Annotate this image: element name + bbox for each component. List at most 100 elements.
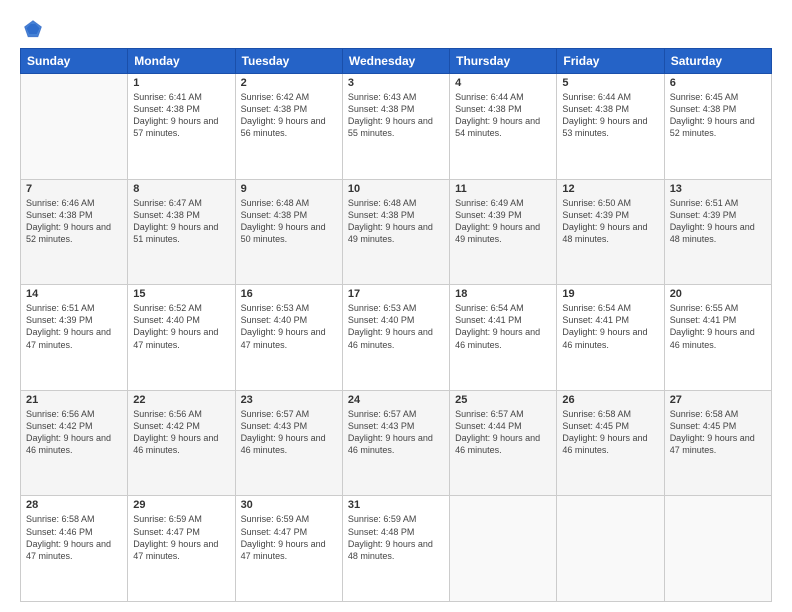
day-number: 5: [562, 77, 658, 89]
day-number: 28: [26, 499, 122, 511]
day-number: 3: [348, 77, 444, 89]
day-info: Sunrise: 6:50 AM Sunset: 4:39 PM Dayligh…: [562, 197, 658, 246]
day-info: Sunrise: 6:57 AM Sunset: 4:43 PM Dayligh…: [241, 408, 337, 457]
day-info: Sunrise: 6:51 AM Sunset: 4:39 PM Dayligh…: [26, 302, 122, 351]
day-header-sunday: Sunday: [21, 49, 128, 74]
day-number: 24: [348, 394, 444, 406]
day-number: 23: [241, 394, 337, 406]
calendar-cell: 12 Sunrise: 6:50 AM Sunset: 4:39 PM Dayli…: [557, 179, 664, 285]
day-info: Sunrise: 6:59 AM Sunset: 4:47 PM Dayligh…: [133, 513, 229, 562]
day-number: 7: [26, 183, 122, 195]
day-number: 27: [670, 394, 766, 406]
calendar-cell: 10Sunrise: 6:48 AM Sunset: 4:38 PM Dayli…: [342, 179, 449, 285]
day-info: Sunrise: 6:48 AM Sunset: 4:38 PM Dayligh…: [241, 197, 337, 246]
calendar-cell: [450, 496, 557, 602]
calendar-cell: 13Sunrise: 6:51 AM Sunset: 4:39 PM Dayli…: [664, 179, 771, 285]
week-row-2: 14 Sunrise: 6:51 AM Sunset: 4:39 PM Dayli…: [21, 285, 772, 391]
day-info: Sunrise: 6:42 AM Sunset: 4:38 PM Dayligh…: [241, 91, 337, 140]
day-info: Sunrise: 6:56 AM Sunset: 4:42 PM Dayligh…: [26, 408, 122, 457]
week-row-3: 21 Sunrise: 6:56 AM Sunset: 4:42 PM Dayli…: [21, 390, 772, 496]
calendar-cell: 16 Sunrise: 6:53 AM Sunset: 4:40 PM Dayli…: [235, 285, 342, 391]
calendar-cell: 18 Sunrise: 6:54 AM Sunset: 4:41 PM Dayli…: [450, 285, 557, 391]
day-number: 25: [455, 394, 551, 406]
calendar-cell: 21 Sunrise: 6:56 AM Sunset: 4:42 PM Dayli…: [21, 390, 128, 496]
day-info: Sunrise: 6:54 AM Sunset: 4:41 PM Dayligh…: [455, 302, 551, 351]
day-header-saturday: Saturday: [664, 49, 771, 74]
day-number: 12: [562, 183, 658, 195]
day-number: 19: [562, 288, 658, 300]
day-header-tuesday: Tuesday: [235, 49, 342, 74]
day-number: 29: [133, 499, 229, 511]
logo: [20, 18, 46, 40]
calendar-cell: 31 Sunrise: 6:59 AM Sunset: 4:48 PM Dayli…: [342, 496, 449, 602]
calendar-cell: 26 Sunrise: 6:58 AM Sunset: 4:45 PM Dayli…: [557, 390, 664, 496]
calendar-cell: 2 Sunrise: 6:42 AM Sunset: 4:38 PM Daylig…: [235, 74, 342, 180]
calendar-cell: 8Sunrise: 6:47 AM Sunset: 4:38 PM Daylig…: [128, 179, 235, 285]
calendar-cell: 6 Sunrise: 6:45 AM Sunset: 4:38 PM Daylig…: [664, 74, 771, 180]
day-number: 9: [241, 183, 337, 195]
day-header-friday: Friday: [557, 49, 664, 74]
day-info: Sunrise: 6:55 AM Sunset: 4:41 PM Dayligh…: [670, 302, 766, 351]
day-info: Sunrise: 6:56 AM Sunset: 4:42 PM Dayligh…: [133, 408, 229, 457]
calendar-cell: 3 Sunrise: 6:43 AM Sunset: 4:38 PM Daylig…: [342, 74, 449, 180]
day-info: Sunrise: 6:58 AM Sunset: 4:45 PM Dayligh…: [562, 408, 658, 457]
day-info: Sunrise: 6:59 AM Sunset: 4:48 PM Dayligh…: [348, 513, 444, 562]
calendar-cell: 25 Sunrise: 6:57 AM Sunset: 4:44 PM Dayli…: [450, 390, 557, 496]
day-info: Sunrise: 6:59 AM Sunset: 4:47 PM Dayligh…: [241, 513, 337, 562]
day-info: Sunrise: 6:53 AM Sunset: 4:40 PM Dayligh…: [348, 302, 444, 351]
day-info: Sunrise: 6:57 AM Sunset: 4:44 PM Dayligh…: [455, 408, 551, 457]
week-row-4: 28 Sunrise: 6:58 AM Sunset: 4:46 PM Dayli…: [21, 496, 772, 602]
day-number: 4: [455, 77, 551, 89]
day-number: 17: [348, 288, 444, 300]
calendar-cell: [21, 74, 128, 180]
page: SundayMondayTuesdayWednesdayThursdayFrid…: [0, 0, 792, 612]
day-info: Sunrise: 6:44 AM Sunset: 4:38 PM Dayligh…: [562, 91, 658, 140]
day-number: 1: [133, 77, 229, 89]
calendar-cell: 7 Sunrise: 6:46 AM Sunset: 4:38 PM Daylig…: [21, 179, 128, 285]
day-number: 21: [26, 394, 122, 406]
calendar-cell: 1Sunrise: 6:41 AM Sunset: 4:38 PM Daylig…: [128, 74, 235, 180]
day-info: Sunrise: 6:58 AM Sunset: 4:45 PM Dayligh…: [670, 408, 766, 457]
day-number: 6: [670, 77, 766, 89]
calendar-cell: 28 Sunrise: 6:58 AM Sunset: 4:46 PM Dayli…: [21, 496, 128, 602]
day-header-thursday: Thursday: [450, 49, 557, 74]
day-number: 14: [26, 288, 122, 300]
calendar-cell: 19 Sunrise: 6:54 AM Sunset: 4:41 PM Dayli…: [557, 285, 664, 391]
calendar-cell: 17 Sunrise: 6:53 AM Sunset: 4:40 PM Dayli…: [342, 285, 449, 391]
calendar-cell: 14 Sunrise: 6:51 AM Sunset: 4:39 PM Dayli…: [21, 285, 128, 391]
calendar-cell: 5 Sunrise: 6:44 AM Sunset: 4:38 PM Daylig…: [557, 74, 664, 180]
day-info: Sunrise: 6:54 AM Sunset: 4:41 PM Dayligh…: [562, 302, 658, 351]
header: [20, 18, 772, 40]
day-info: Sunrise: 6:49 AM Sunset: 4:39 PM Dayligh…: [455, 197, 551, 246]
calendar-cell: 23 Sunrise: 6:57 AM Sunset: 4:43 PM Dayli…: [235, 390, 342, 496]
calendar-cell: 20 Sunrise: 6:55 AM Sunset: 4:41 PM Dayli…: [664, 285, 771, 391]
day-number: 11: [455, 183, 551, 195]
day-info: Sunrise: 6:51 AM Sunset: 4:39 PM Dayligh…: [670, 197, 766, 246]
calendar-cell: [664, 496, 771, 602]
calendar-cell: 4 Sunrise: 6:44 AM Sunset: 4:38 PM Daylig…: [450, 74, 557, 180]
day-info: Sunrise: 6:44 AM Sunset: 4:38 PM Dayligh…: [455, 91, 551, 140]
day-number: 20: [670, 288, 766, 300]
day-number: 31: [348, 499, 444, 511]
calendar-cell: 22 Sunrise: 6:56 AM Sunset: 4:42 PM Dayli…: [128, 390, 235, 496]
day-number: 2: [241, 77, 337, 89]
week-row-0: 1Sunrise: 6:41 AM Sunset: 4:38 PM Daylig…: [21, 74, 772, 180]
day-number: 30: [241, 499, 337, 511]
day-number: 22: [133, 394, 229, 406]
day-info: Sunrise: 6:43 AM Sunset: 4:38 PM Dayligh…: [348, 91, 444, 140]
day-number: 16: [241, 288, 337, 300]
calendar-cell: 15 Sunrise: 6:52 AM Sunset: 4:40 PM Dayli…: [128, 285, 235, 391]
day-info: Sunrise: 6:45 AM Sunset: 4:38 PM Dayligh…: [670, 91, 766, 140]
day-info: Sunrise: 6:58 AM Sunset: 4:46 PM Dayligh…: [26, 513, 122, 562]
day-info: Sunrise: 6:57 AM Sunset: 4:43 PM Dayligh…: [348, 408, 444, 457]
day-info: Sunrise: 6:53 AM Sunset: 4:40 PM Dayligh…: [241, 302, 337, 351]
calendar-cell: 30 Sunrise: 6:59 AM Sunset: 4:47 PM Dayli…: [235, 496, 342, 602]
day-number: 26: [562, 394, 658, 406]
calendar-table: SundayMondayTuesdayWednesdayThursdayFrid…: [20, 48, 772, 602]
day-number: 18: [455, 288, 551, 300]
calendar-cell: 27 Sunrise: 6:58 AM Sunset: 4:45 PM Dayli…: [664, 390, 771, 496]
calendar-cell: 29 Sunrise: 6:59 AM Sunset: 4:47 PM Dayli…: [128, 496, 235, 602]
day-number: 15: [133, 288, 229, 300]
day-info: Sunrise: 6:46 AM Sunset: 4:38 PM Dayligh…: [26, 197, 122, 246]
day-info: Sunrise: 6:52 AM Sunset: 4:40 PM Dayligh…: [133, 302, 229, 351]
